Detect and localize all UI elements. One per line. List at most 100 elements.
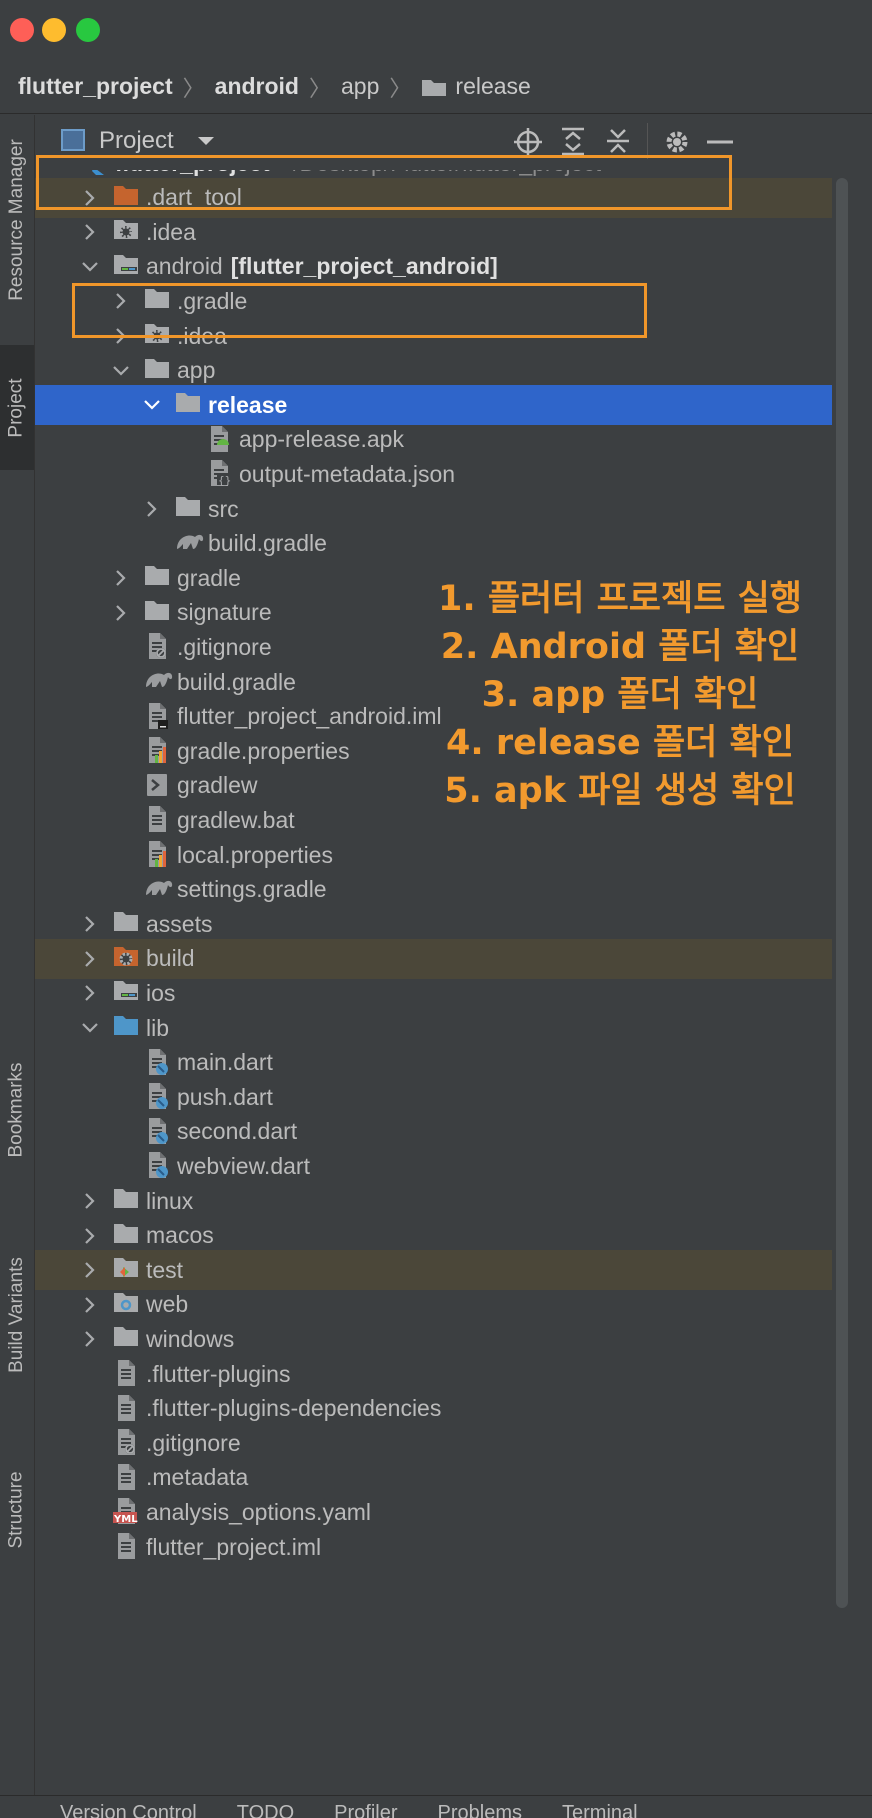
tree-row-label: output-metadata.json <box>239 461 455 488</box>
tree-item-name: ios <box>146 979 176 1006</box>
collapse-all-icon[interactable] <box>605 127 631 155</box>
iml-file-icon <box>144 702 170 729</box>
chevron-right-icon[interactable] <box>80 222 100 242</box>
file-icon <box>113 1394 139 1421</box>
tab-resource-manager[interactable]: Resource Manager <box>0 125 34 315</box>
bottom-tab[interactable]: Profiler <box>334 1802 397 1818</box>
chevron-right-icon[interactable] <box>111 568 131 588</box>
gear-icon[interactable] <box>663 128 691 156</box>
tab-project[interactable]: Project <box>0 345 34 470</box>
properties-file-icon <box>144 736 170 764</box>
gradle-icon <box>144 667 173 691</box>
zoom-window-button[interactable] <box>76 18 100 42</box>
tree-item-name: linux <box>146 1187 194 1214</box>
bottom-tab[interactable]: Version Control <box>60 1802 197 1818</box>
module-folder-icon <box>113 978 139 1002</box>
tree-row-label: .gitignore <box>146 1430 241 1457</box>
breadcrumb-item[interactable]: android <box>215 73 299 100</box>
tree-item-name: analysis_options.yaml <box>146 1498 372 1525</box>
breadcrumb-item[interactable]: flutter_project <box>18 73 173 100</box>
chevron-down-icon[interactable] <box>80 1018 100 1038</box>
apk-file-icon <box>206 425 232 452</box>
project-view-selector[interactable]: Project <box>99 127 216 155</box>
tree-row-label: .metadata <box>146 1464 248 1491</box>
tree-item-name: gradlew <box>177 772 258 799</box>
module-name: [flutter_project_android] <box>230 253 498 280</box>
tree-row-label: analysis_options.yaml <box>146 1499 371 1526</box>
properties-file-icon <box>144 840 170 867</box>
breadcrumb-item[interactable]: release <box>455 73 530 100</box>
folder-icon <box>113 1186 139 1210</box>
gradle-icon <box>144 875 173 899</box>
tab-build-variants[interactable]: Build Variants <box>0 1230 34 1400</box>
chevron-right-icon[interactable] <box>80 914 100 934</box>
tab-resource-manager-label: Resource Manager <box>6 139 27 301</box>
tab-structure-label: Structure <box>6 1471 27 1549</box>
chevron-right-icon[interactable] <box>80 1295 100 1315</box>
test-folder-icon <box>113 1255 139 1279</box>
tree-scrollbar[interactable] <box>836 178 848 1608</box>
tree-row-label: linux <box>146 1188 193 1215</box>
gradle-icon <box>175 529 204 553</box>
bottom-tab[interactable]: TODO <box>237 1802 294 1818</box>
tree-row[interactable]: flutter_project.iml <box>35 1527 832 1567</box>
dart-file-icon <box>144 1151 170 1179</box>
chevron-right-icon[interactable] <box>80 983 100 1003</box>
tree-row-label: src <box>208 496 239 523</box>
tree-item-name: android <box>146 253 223 280</box>
tree-row-label: flutter_project.iml <box>146 1534 321 1561</box>
annotation-step: 1. 플러터 프로젝트 실행 <box>437 579 802 619</box>
tab-structure[interactable]: Structure <box>0 1445 34 1575</box>
tree-item-name: .idea <box>146 218 196 245</box>
close-window-button[interactable] <box>10 18 34 42</box>
chevron-right-icon[interactable] <box>80 949 100 969</box>
tree-item-name: app-release.apk <box>239 426 404 453</box>
tree-item-name: web <box>146 1291 189 1318</box>
annotation-steps: 1. 플러터 프로젝트 실행 2. Android 폴더 확인 3. app 폴더 … <box>400 575 840 815</box>
source-folder-icon <box>113 1013 139 1037</box>
tree-item-name: .gitignore <box>146 1429 241 1456</box>
file-icon <box>113 1463 139 1490</box>
tree-item-name: .metadata <box>146 1464 249 1491</box>
chevron-right-icon[interactable] <box>111 603 131 623</box>
breadcrumb: flutter_project 〉 android 〉 app 〉 release <box>0 60 872 114</box>
minimize-panel-icon[interactable] <box>707 139 733 145</box>
bottom-tab[interactable]: Terminal <box>562 1802 638 1818</box>
breadcrumb-item[interactable]: app <box>341 73 379 100</box>
tree-item-name: build <box>146 945 195 972</box>
expand-all-icon[interactable] <box>560 127 586 155</box>
tree-row-label: gradlew <box>177 772 258 799</box>
bottom-tab[interactable]: Problems <box>438 1802 522 1818</box>
annotation-step: 3. app 폴더 확인 <box>481 675 759 715</box>
tree-row-label: assets <box>146 911 212 938</box>
chevron-right-icon[interactable] <box>142 499 162 519</box>
tree-item-name: flutter_project.iml <box>146 1533 322 1560</box>
json-file-icon: {} <box>206 459 232 487</box>
tree-row-label: .flutter-plugins-dependencies <box>146 1395 441 1422</box>
locate-file-icon[interactable] <box>514 128 542 156</box>
chevron-down-icon <box>197 137 214 145</box>
chevron-down-icon[interactable] <box>111 361 131 381</box>
tree-row-label: signature <box>177 599 272 626</box>
minimize-window-button[interactable] <box>42 18 66 42</box>
tree-row-label: ios <box>146 980 175 1007</box>
chevron-right-icon[interactable] <box>80 1226 100 1246</box>
annotation-step: 4. release 폴더 확인 <box>446 723 794 763</box>
tree-row-label: lib <box>146 1015 169 1042</box>
tree-item-name: assets <box>146 910 213 937</box>
svg-text:{}: {} <box>218 474 231 487</box>
tab-build-variants-label: Build Variants <box>6 1257 28 1373</box>
dart-file-icon <box>144 1082 170 1110</box>
tree-row-label: build <box>146 945 195 972</box>
chevron-down-icon[interactable] <box>142 395 162 415</box>
folder-icon <box>175 494 201 518</box>
chevron-down-icon[interactable] <box>80 257 100 277</box>
chevron-right-icon[interactable] <box>80 1260 100 1280</box>
annotation-box-project <box>36 155 732 210</box>
tree-item-name: .gitignore <box>177 633 272 660</box>
tree-row-label: app <box>177 357 215 384</box>
tab-bookmarks[interactable]: Bookmarks <box>0 1035 34 1185</box>
chevron-right-icon[interactable] <box>80 1191 100 1211</box>
chevron-right-icon[interactable] <box>80 1329 100 1349</box>
tree-row-label: release <box>208 392 287 419</box>
